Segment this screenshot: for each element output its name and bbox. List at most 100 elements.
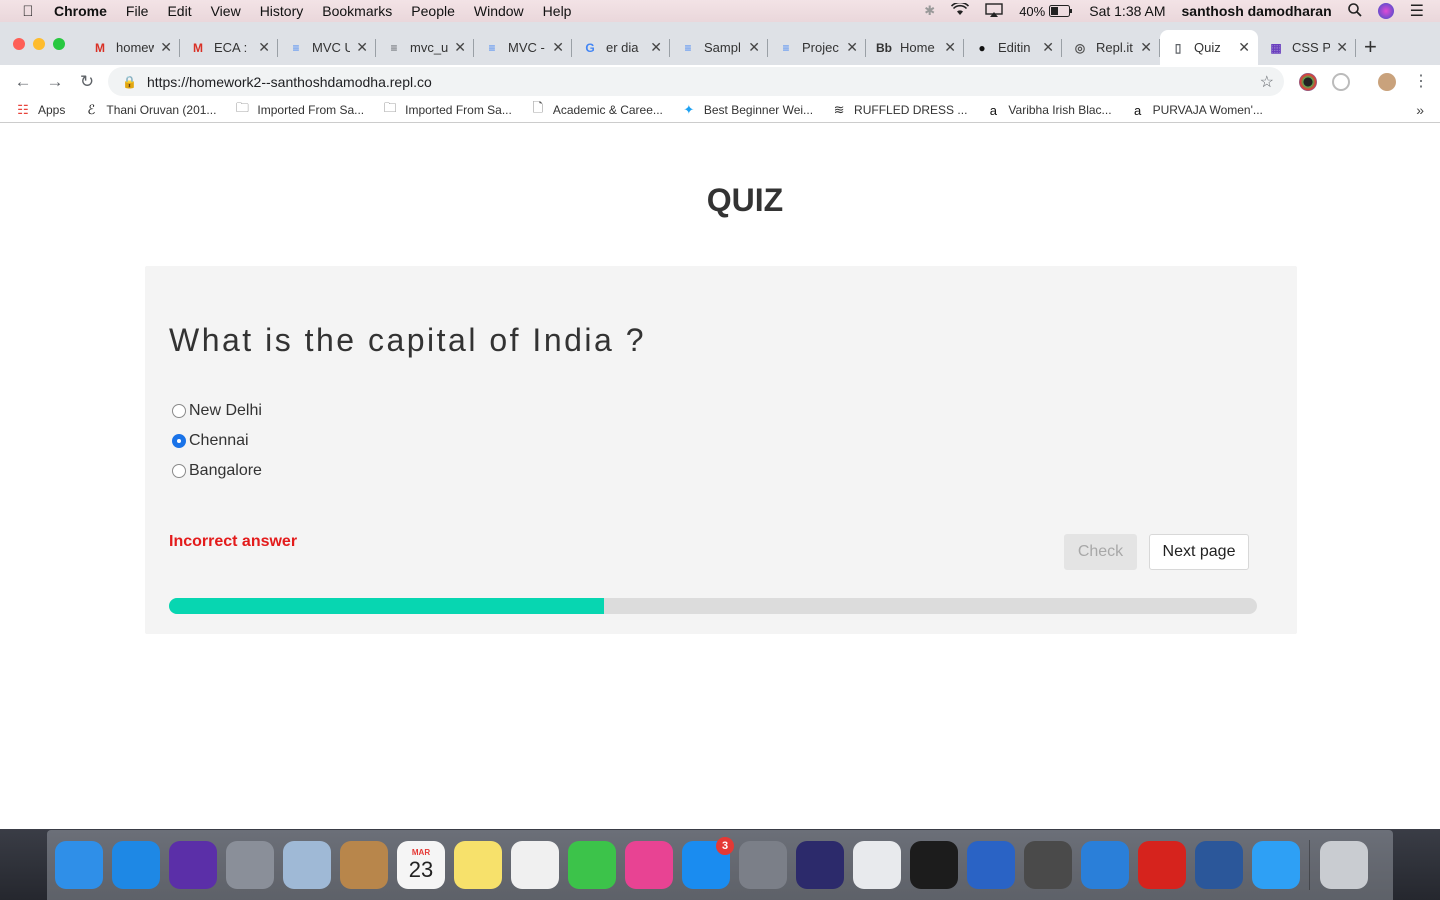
lock-icon[interactable]: 🔒 bbox=[122, 75, 137, 89]
wifi-icon[interactable] bbox=[951, 1, 970, 19]
bookmark-apps[interactable]: ☷ Apps bbox=[15, 102, 65, 118]
bookmark-item[interactable]: 🗀 Imported From Sa... bbox=[234, 99, 364, 121]
tab-close-icon[interactable]: ✕ bbox=[160, 39, 172, 56]
tab-6[interactable]: ≡ Sampl ✕ bbox=[670, 30, 768, 65]
menu-history[interactable]: History bbox=[260, 3, 304, 19]
tab-11[interactable]: ▯ Quiz ✕ bbox=[1160, 30, 1258, 65]
app-menu[interactable]: Chrome bbox=[54, 3, 107, 19]
notification-center-icon[interactable]: ☰ bbox=[1410, 1, 1424, 21]
sublime-text-icon[interactable] bbox=[1024, 841, 1072, 889]
trash-icon[interactable] bbox=[1320, 841, 1368, 889]
bluetooth-icon[interactable]: ✱ bbox=[924, 3, 935, 19]
bookmark-item[interactable]: ≋ RUFFLED DRESS ... bbox=[831, 102, 968, 118]
bookmarks-overflow-icon[interactable]: » bbox=[1416, 102, 1424, 118]
radio-button[interactable] bbox=[172, 404, 186, 418]
close-window-button[interactable] bbox=[13, 38, 25, 50]
word-icon[interactable] bbox=[1195, 841, 1243, 889]
tab-9[interactable]: ● Editin ✕ bbox=[964, 30, 1062, 65]
siri-icon[interactable] bbox=[169, 841, 217, 889]
next-page-button[interactable]: Next page bbox=[1149, 534, 1249, 570]
launchpad-icon[interactable] bbox=[226, 841, 274, 889]
tab-close-icon[interactable]: ✕ bbox=[1042, 39, 1054, 56]
spotlight-search-icon[interactable] bbox=[1347, 2, 1362, 20]
contacts-icon[interactable] bbox=[340, 841, 388, 889]
bookmark-item[interactable]: 🗀 Imported From Sa... bbox=[382, 99, 512, 121]
chrome-menu-icon[interactable]: ⋮ bbox=[1413, 71, 1429, 91]
forward-arrow-icon[interactable]: → bbox=[39, 72, 71, 92]
tab-1[interactable]: M ECA : ✕ bbox=[180, 30, 278, 65]
finder-icon[interactable] bbox=[55, 841, 103, 889]
address-bar[interactable]: 🔒 https://homework2--santhoshdamodha.rep… bbox=[108, 67, 1284, 96]
tab-close-icon[interactable]: ✕ bbox=[1336, 39, 1348, 56]
reload-icon[interactable]: ↻ bbox=[71, 72, 103, 92]
menu-file[interactable]: File bbox=[126, 3, 149, 19]
terminal-icon[interactable] bbox=[910, 841, 958, 889]
answer-option[interactable]: New Delhi bbox=[172, 396, 262, 426]
tab-12[interactable]: ▦ CSS P ✕ bbox=[1258, 30, 1356, 65]
tab-close-icon[interactable]: ✕ bbox=[258, 39, 270, 56]
tab-4[interactable]: ≡ MVC - ✕ bbox=[474, 30, 572, 65]
bookmark-item[interactable]: 🗋 Academic & Caree... bbox=[530, 99, 663, 121]
back-arrow-icon[interactable]: ← bbox=[7, 72, 39, 92]
new-tab-button[interactable]: + bbox=[1364, 34, 1377, 60]
photos-icon[interactable] bbox=[511, 841, 559, 889]
minimize-window-button[interactable] bbox=[33, 38, 45, 50]
brackets-icon[interactable] bbox=[1081, 841, 1129, 889]
menu-edit[interactable]: Edit bbox=[167, 3, 191, 19]
calendar-icon[interactable]: MAR 23 bbox=[397, 841, 445, 889]
tab-close-icon[interactable]: ✕ bbox=[552, 39, 564, 56]
mail-icon[interactable] bbox=[283, 841, 331, 889]
tab-close-icon[interactable]: ✕ bbox=[650, 39, 662, 56]
answer-option[interactable]: Bangalore bbox=[172, 456, 262, 486]
address-url[interactable]: https://homework2--santhoshdamodha.repl.… bbox=[147, 74, 432, 90]
bookmark-item[interactable]: ℰ Thani Oruvan (201... bbox=[83, 102, 216, 118]
tab-close-icon[interactable]: ✕ bbox=[1238, 39, 1250, 56]
bookmark-item[interactable]: a PURVAJA Women'... bbox=[1130, 103, 1263, 118]
app-store-icon[interactable]: 3 bbox=[682, 837, 734, 889]
tab-10[interactable]: ◎ Repl.it ✕ bbox=[1062, 30, 1160, 65]
answer-option[interactable]: Chennai bbox=[172, 426, 262, 456]
tab-close-icon[interactable]: ✕ bbox=[846, 39, 858, 56]
menubar-clock[interactable]: Sat 1:38 AM bbox=[1089, 3, 1165, 19]
airplay-icon[interactable] bbox=[985, 2, 1003, 20]
bookmark-item[interactable]: ✦ Best Beginner Wei... bbox=[681, 102, 813, 118]
itunes-icon[interactable] bbox=[625, 841, 673, 889]
tab-close-icon[interactable]: ✕ bbox=[1140, 39, 1152, 56]
tab-8[interactable]: Bb Home ✕ bbox=[866, 30, 964, 65]
safari-icon[interactable] bbox=[112, 841, 160, 889]
acrobat-icon[interactable] bbox=[1138, 841, 1186, 889]
check-button[interactable]: Check bbox=[1064, 534, 1137, 570]
tab-0[interactable]: Mhomew ✕ bbox=[82, 30, 180, 65]
tab-5[interactable]: Ger dia ✕ bbox=[572, 30, 670, 65]
eclipse-icon[interactable] bbox=[796, 841, 844, 889]
extension-icon[interactable] bbox=[1299, 73, 1317, 91]
tab-7[interactable]: ≡ Projec ✕ bbox=[768, 30, 866, 65]
cyberduck-icon[interactable] bbox=[967, 841, 1015, 889]
radio-button[interactable] bbox=[172, 464, 186, 478]
notes-icon[interactable] bbox=[454, 841, 502, 889]
tab-close-icon[interactable]: ✕ bbox=[356, 39, 368, 56]
battery-status[interactable]: 40% bbox=[1019, 4, 1073, 19]
tab-close-icon[interactable]: ✕ bbox=[454, 39, 466, 56]
menu-help[interactable]: Help bbox=[543, 3, 572, 19]
facetime-icon[interactable] bbox=[568, 841, 616, 889]
radio-button[interactable] bbox=[172, 434, 186, 448]
menu-window[interactable]: Window bbox=[474, 3, 524, 19]
chrome-icon[interactable] bbox=[853, 841, 901, 889]
menu-people[interactable]: People bbox=[411, 3, 455, 19]
tab-close-icon[interactable]: ✕ bbox=[944, 39, 956, 56]
tab-2[interactable]: ≡ MVC U ✕ bbox=[278, 30, 376, 65]
menu-view[interactable]: View bbox=[211, 3, 241, 19]
tab-close-icon[interactable]: ✕ bbox=[748, 39, 760, 56]
extension-refresh-icon[interactable] bbox=[1332, 73, 1350, 91]
bookmark-star-icon[interactable]: ☆ bbox=[1260, 72, 1274, 92]
menubar-user[interactable]: santhosh damodharan bbox=[1182, 3, 1332, 19]
bookmark-item[interactable]: a Varibha Irish Blac... bbox=[985, 103, 1112, 118]
siri-menubar-icon[interactable] bbox=[1377, 3, 1394, 19]
profile-avatar[interactable] bbox=[1378, 73, 1396, 91]
maximize-window-button[interactable] bbox=[53, 38, 65, 50]
tab-3[interactable]: ≡ mvc_u ✕ bbox=[376, 30, 474, 65]
apple-menu-icon[interactable]:  bbox=[18, 3, 38, 20]
menu-bookmarks[interactable]: Bookmarks bbox=[322, 3, 392, 19]
messages-icon[interactable] bbox=[1252, 841, 1300, 889]
